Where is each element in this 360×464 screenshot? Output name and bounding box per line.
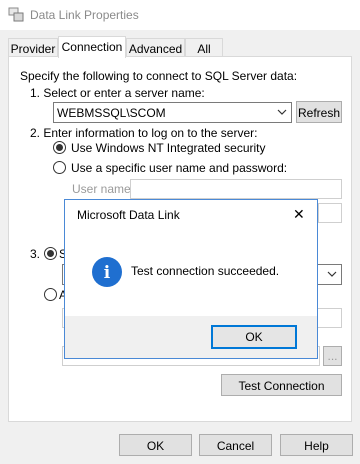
tab-advanced[interactable]: Advanced [126, 38, 185, 58]
username-field[interactable] [130, 179, 342, 199]
chevron-down-icon [327, 271, 337, 277]
step1-label: 1. Select or enter a server name: [30, 86, 205, 100]
step3-label: 3. [30, 247, 41, 261]
step2-label: 2. Enter information to log on to the se… [30, 126, 258, 140]
message-text: Test connection succeeded. [131, 264, 280, 278]
message-box-footer: OK [65, 316, 317, 358]
option-specific-label: Use a specific user name and password: [71, 161, 288, 175]
message-ok-label: OK [245, 330, 263, 344]
intro-text: Specify the following to connect to SQL … [20, 69, 298, 83]
info-glyph: i [103, 263, 111, 283]
test-connection-button[interactable]: Test Connection [221, 374, 342, 396]
help-button[interactable]: Help [280, 434, 353, 456]
cancel-button[interactable]: Cancel [199, 434, 272, 456]
tab-connection[interactable]: Connection [58, 36, 126, 58]
username-label: User name: [72, 182, 135, 196]
refresh-label: Refresh [297, 106, 341, 120]
tab-provider[interactable]: Provider [8, 38, 58, 58]
title-bar: Data Link Properties [0, 0, 360, 30]
message-ok-button[interactable]: OK [211, 325, 297, 349]
help-label: Help [304, 439, 329, 453]
info-icon: i [92, 257, 122, 287]
ok-label: OK [146, 439, 165, 453]
option-nt-label: Use Windows NT Integrated security [71, 141, 266, 155]
chevron-down-icon [277, 109, 287, 115]
radio-nt-security[interactable] [53, 141, 66, 154]
password-field[interactable] [318, 203, 342, 223]
browse-label: ... [327, 349, 338, 363]
server-name-value: WEBMSSQL\SCOM [57, 106, 166, 120]
radio-step3-option2[interactable] [44, 288, 57, 301]
cancel-label: Cancel [216, 439, 255, 453]
tab-all[interactable]: All [185, 38, 223, 58]
message-box: Microsoft Data Link ✕ i Test connection … [64, 199, 318, 359]
data-link-icon [8, 7, 24, 22]
radio-specific-credentials[interactable] [53, 161, 66, 174]
radio-step3-option1[interactable] [44, 247, 57, 260]
message-box-title: Microsoft Data Link [77, 208, 180, 222]
close-icon[interactable]: ✕ [293, 206, 305, 223]
window-title: Data Link Properties [30, 8, 139, 22]
ok-button[interactable]: OK [119, 434, 192, 456]
test-connection-label: Test Connection [238, 379, 325, 393]
browse-button[interactable]: ... [323, 346, 342, 366]
server-name-combo[interactable]: WEBMSSQL\SCOM [53, 102, 292, 123]
refresh-button[interactable]: Refresh [296, 101, 342, 123]
